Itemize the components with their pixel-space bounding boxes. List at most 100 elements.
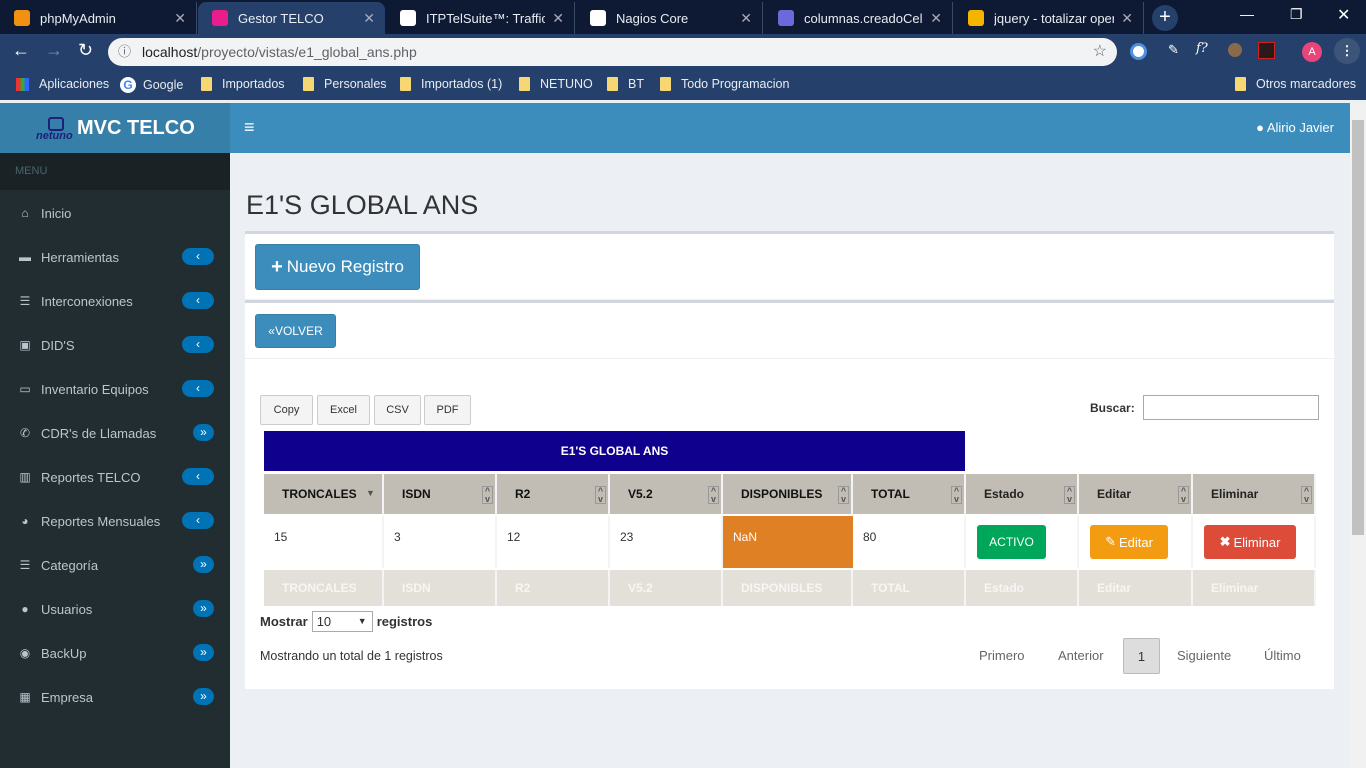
browser-tab[interactable]: ITPTelSuite™: Traffic Rep ✕ <box>386 2 575 34</box>
back-icon[interactable]: ← <box>12 40 30 61</box>
cell-value: 12 <box>507 530 521 544</box>
reload-icon[interactable]: ↻ <box>78 40 93 61</box>
brand-logo[interactable]: netuno MVC TELCO <box>0 103 230 153</box>
new-record-button[interactable]: + Nuevo Registro <box>255 244 420 290</box>
close-tab-icon[interactable]: ✕ <box>552 10 564 27</box>
pagination-link[interactable]: Anterior <box>1058 638 1104 674</box>
minimize-button[interactable]: — <box>1240 6 1254 22</box>
sidebar-item[interactable]: ☰ Categoría » <box>0 543 230 587</box>
bookmark-item[interactable]: BT <box>607 77 644 91</box>
hamburger-menu-icon[interactable]: ≡ <box>244 117 255 138</box>
export-copy-button[interactable]: Copy <box>260 395 313 425</box>
forward-icon[interactable]: → <box>45 40 63 61</box>
sidebar-item[interactable]: ◕ Reportes Mensuales ‹ <box>0 499 230 543</box>
export-pdf-button[interactable]: PDF <box>424 395 471 425</box>
sort-desc-icon: ▼ <box>366 488 375 498</box>
pagination-link[interactable]: Primero <box>979 638 1025 674</box>
bookmark-item[interactable]: Personales <box>303 77 387 91</box>
cell-total: 80 <box>853 516 966 568</box>
sidebar-item[interactable]: ▦ Empresa » <box>0 675 230 719</box>
extension-pdf-icon[interactable] <box>1258 42 1275 59</box>
tab-title: Nagios Core <box>616 10 689 26</box>
bookmark-item[interactable]: NETUNO <box>519 77 593 91</box>
sidebar-item[interactable]: ▥ Reportes TELCO ‹ <box>0 455 230 499</box>
column-header[interactable]: DISPONIBLES ^ v <box>723 474 853 514</box>
dropdown-arrow-icon: ▼ <box>357 616 367 626</box>
close-tab-icon[interactable]: ✕ <box>363 10 375 27</box>
column-header[interactable]: ISDN ^ v <box>384 474 497 514</box>
edit-button[interactable]: ✎ Editar <box>1090 525 1168 559</box>
export-csv-button[interactable]: CSV <box>374 395 421 425</box>
page-title: E1'S GLOBAL ANS <box>246 190 479 220</box>
user-menu[interactable]: ● Alirio Javier <box>1256 120 1334 135</box>
sidebar-item-label: Categoría <box>41 557 99 573</box>
sort-icon: ^ v <box>1064 486 1075 504</box>
sidebar-item[interactable]: ▣ DID'S ‹ <box>0 323 230 367</box>
new-tab-button[interactable]: + <box>1152 5 1178 31</box>
bookmark-item[interactable]: Todo Programacion <box>660 77 789 91</box>
close-tab-icon[interactable]: ✕ <box>740 10 752 27</box>
column-header[interactable]: V5.2 ^ v <box>610 474 723 514</box>
pagination-current-page[interactable]: 1 <box>1123 638 1160 674</box>
column-footer: TOTAL <box>853 570 966 606</box>
search-input[interactable] <box>1143 395 1319 420</box>
browser-tab[interactable]: phpMyAdmin ✕ <box>0 2 197 34</box>
close-window-button[interactable]: ✕ <box>1337 5 1350 25</box>
status-activo-button[interactable]: ACTIVO <box>977 525 1046 559</box>
sidebar-item[interactable]: ✆ CDR's de Llamadas » <box>0 411 230 455</box>
bookmark-label: Importados <box>222 77 285 91</box>
bookmark-other[interactable]: Otros marcadores <box>1235 77 1356 91</box>
sidebar-item[interactable]: ▭ Inventario Equipos ‹ <box>0 367 230 411</box>
restore-button[interactable]: ❐ <box>1290 6 1303 23</box>
list-icon: ☰ <box>19 294 31 308</box>
sort-icon: ^ v <box>482 486 493 504</box>
sidebar-item-label: Inicio <box>41 205 72 221</box>
expand-badge-icon: » <box>193 644 214 661</box>
column-header[interactable]: Eliminar ^ v <box>1193 474 1316 514</box>
column-header[interactable]: TOTAL ^ v <box>853 474 966 514</box>
browser-tab[interactable]: Gestor TELCO ✕ <box>198 2 385 34</box>
star-icon[interactable]: ☆ <box>1093 38 1107 66</box>
extension-eyedropper-icon[interactable]: ✎ <box>1168 42 1179 58</box>
delete-button[interactable]: ✖ Eliminar <box>1204 525 1296 559</box>
column-header[interactable]: TRONCALES ▼ <box>264 474 384 514</box>
back-button[interactable]: «VOLVER <box>255 314 336 348</box>
close-tab-icon[interactable]: ✕ <box>1121 10 1133 27</box>
expand-badge-icon: ‹ <box>182 336 214 353</box>
sidebar-item[interactable]: ◉ BackUp » <box>0 631 230 675</box>
pagination-link[interactable]: Último <box>1264 638 1301 674</box>
bookmark-item[interactable]: Importados <box>201 77 285 91</box>
bookmark-item[interactable]: Aplicaciones <box>16 77 109 91</box>
close-tab-icon[interactable]: ✕ <box>930 10 942 27</box>
browser-menu-icon[interactable]: ⋮ <box>1334 38 1360 64</box>
bookmark-item[interactable]: G Google <box>120 77 183 93</box>
sidebar-item[interactable]: ● Usuarios » <box>0 587 230 631</box>
bookmark-item[interactable]: Importados (1) <box>400 77 502 91</box>
browser-tab[interactable]: columnas.creadoCell ✕ <box>764 2 953 34</box>
expand-badge-icon: » <box>193 556 214 573</box>
column-header[interactable]: R2 ^ v <box>497 474 610 514</box>
browser-tab[interactable]: jquery - totalizar operac ✕ <box>954 2 1144 34</box>
scrollbar-thumb[interactable] <box>1352 120 1364 535</box>
sidebar-item-label: CDR's de Llamadas <box>41 425 157 441</box>
extension-cookie-icon[interactable] <box>1228 43 1242 57</box>
pagination-link[interactable]: Siguiente <box>1177 638 1231 674</box>
table-info: Mostrando un total de 1 registros <box>260 649 443 663</box>
sidebar-item[interactable]: ☰ Interconexiones ‹ <box>0 279 230 323</box>
sidebar-item[interactable]: ⌂ Inicio <box>0 191 230 235</box>
browser-tab[interactable]: Nagios Core ✕ <box>576 2 763 34</box>
profile-avatar[interactable]: A <box>1302 42 1322 62</box>
info-icon[interactable]: ⓘ <box>118 38 131 66</box>
close-tab-icon[interactable]: ✕ <box>174 10 186 27</box>
column-header[interactable]: Editar ^ v <box>1079 474 1193 514</box>
length-select[interactable]: 10 ▼ <box>311 611 373 632</box>
column-header[interactable]: Estado ^ v <box>966 474 1079 514</box>
export-excel-button[interactable]: Excel <box>317 395 370 425</box>
extension-block-icon[interactable] <box>1130 43 1147 60</box>
extension-fquery-icon[interactable]: f? <box>1196 41 1208 56</box>
sidebar-item[interactable]: ▬ Herramientas ‹ <box>0 235 230 279</box>
plus-icon: + <box>271 255 283 278</box>
bookmark-label: Otros marcadores <box>1256 77 1357 91</box>
address-bar[interactable]: localhost/proyecto/vistas/e1_global_ans.… <box>108 38 1117 66</box>
expand-badge-icon: » <box>193 688 214 705</box>
